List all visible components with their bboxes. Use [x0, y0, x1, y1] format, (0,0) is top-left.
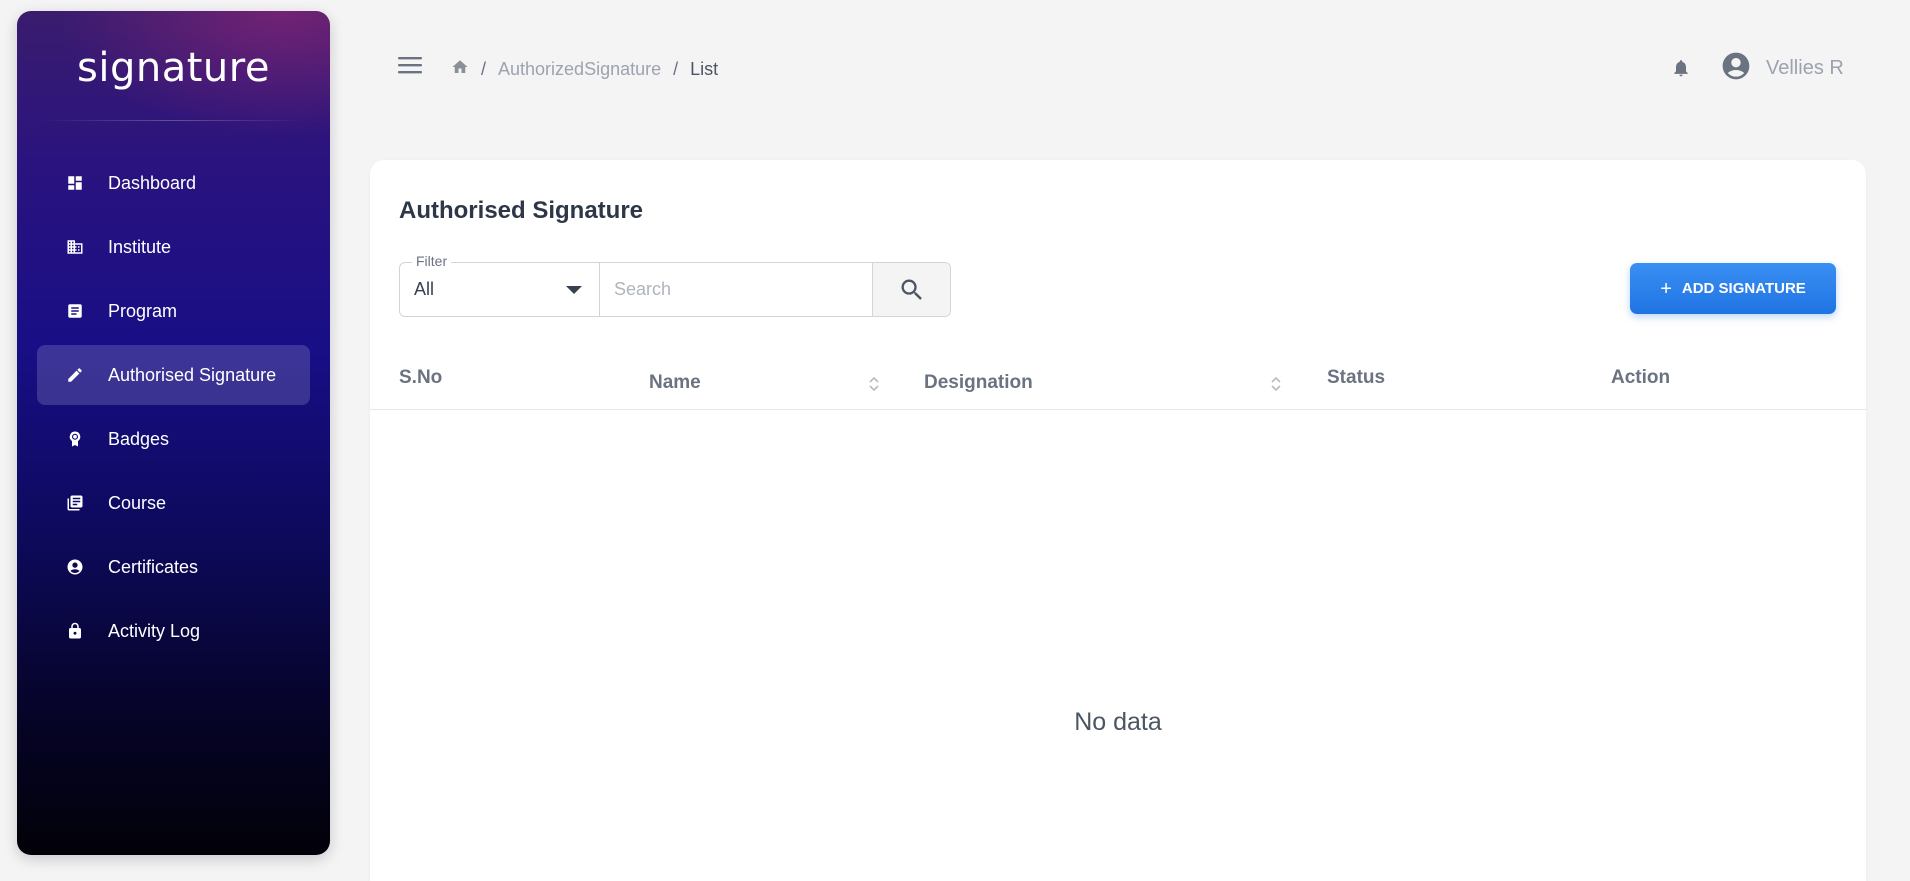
filter-search-group: Filter All — [399, 253, 951, 317]
sidebar-item-label: Activity Log — [108, 620, 201, 641]
breadcrumb-separator: / — [481, 58, 487, 79]
sidebar-item-label: Dashboard — [108, 172, 197, 193]
badge-icon — [65, 429, 85, 449]
sort-icon[interactable] — [1270, 375, 1282, 393]
breadcrumb-link[interactable]: AuthorizedSignature — [498, 59, 661, 80]
page-title: Authorised Signature — [399, 197, 644, 224]
signature-card: Authorised Signature Filter All + ADD SI… — [370, 160, 1866, 881]
filter-selected-value: All — [414, 279, 435, 299]
breadcrumb-separator: / — [673, 58, 679, 79]
filter-select[interactable]: All — [400, 263, 600, 316]
sidebar-item-label: Authorised Signature — [108, 364, 277, 385]
sidebar-item-label: Course — [108, 492, 167, 513]
column-header-status: Status — [1327, 367, 1386, 388]
add-signature-label: ADD SIGNATURE — [1681, 280, 1806, 297]
sidebar-item-badges[interactable]: Badges — [37, 409, 310, 469]
sidebar-item-label: Badges — [108, 428, 170, 449]
sidebar-item-program[interactable]: Program — [37, 281, 310, 341]
user-name: Vellies R — [1766, 56, 1844, 79]
search-button[interactable] — [872, 263, 950, 316]
account-circle-icon — [1720, 50, 1752, 87]
sidebar-item-activity-log[interactable]: Activity Log — [37, 601, 310, 661]
search-icon — [901, 279, 922, 300]
sidebar-item-institute[interactable]: Institute — [37, 217, 310, 277]
sidebar-item-dashboard[interactable]: Dashboard — [37, 153, 310, 213]
filter-label: Filter — [412, 253, 452, 269]
plus-icon: + — [1660, 277, 1672, 300]
column-header-action: Action — [1611, 367, 1671, 388]
certificate-icon — [65, 557, 85, 577]
menu-toggle-icon[interactable] — [398, 55, 424, 77]
breadcrumb: / AuthorizedSignature / List — [451, 57, 718, 81]
add-signature-button[interactable]: + ADD SIGNATURE — [1630, 263, 1836, 314]
app-root: signature Dashboard Institute Program Au… — [0, 0, 1910, 881]
sidebar-item-certificates[interactable]: Certificates — [37, 537, 310, 597]
pencil-icon — [65, 365, 85, 385]
column-header-designation[interactable]: Designation — [924, 372, 1033, 394]
sidebar: signature Dashboard Institute Program Au… — [17, 11, 330, 855]
brand-logo[interactable]: signature — [17, 45, 330, 91]
lock-icon — [65, 621, 85, 641]
sidebar-item-authorised-signature[interactable]: Authorised Signature — [37, 345, 310, 405]
sidebar-item-label: Certificates — [108, 556, 199, 577]
search-input[interactable] — [600, 263, 872, 316]
breadcrumb-current: List — [690, 58, 719, 79]
user-menu[interactable]: Vellies R — [1720, 51, 1844, 85]
institute-icon — [65, 237, 85, 257]
bell-icon[interactable] — [1671, 57, 1693, 79]
column-header-sno: S.No — [399, 367, 443, 388]
dashboard-icon — [65, 173, 85, 193]
sidebar-item-course[interactable]: Course — [37, 473, 310, 533]
brand-divider — [41, 120, 306, 121]
sidebar-nav: Dashboard Institute Program Authorised S… — [37, 153, 310, 665]
column-header-name[interactable]: Name — [649, 372, 701, 394]
empty-state: No data — [1074, 708, 1162, 736]
program-icon — [65, 301, 85, 321]
course-icon — [65, 493, 85, 513]
sidebar-item-label: Institute — [108, 236, 172, 257]
sidebar-item-label: Program — [108, 300, 178, 321]
home-icon[interactable] — [451, 58, 469, 81]
sort-icon[interactable] — [868, 375, 880, 393]
caret-down-icon — [566, 285, 582, 294]
table-header-divider — [370, 409, 1866, 410]
